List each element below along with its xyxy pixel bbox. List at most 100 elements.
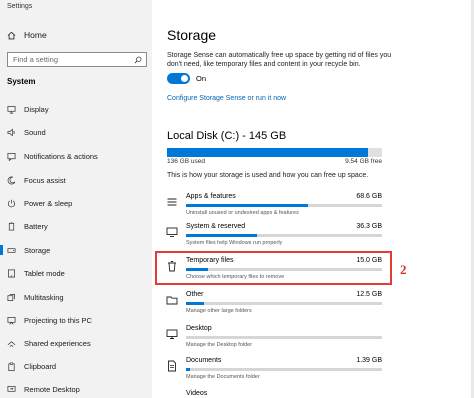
sidebar-item-projecting[interactable]: Projecting to this PC bbox=[0, 313, 152, 327]
disk-usage-fill bbox=[167, 148, 368, 157]
toggle-knob bbox=[181, 75, 188, 82]
section-heading-system: System bbox=[7, 77, 36, 86]
main-panel: Storage Storage Sense can automatically … bbox=[152, 0, 474, 398]
category-apps-features[interactable]: Apps & features 68.6 GB Uninstall unused… bbox=[164, 192, 382, 222]
sidebar-item-label: Sound bbox=[24, 127, 46, 137]
category-size: 1.39 GB bbox=[356, 357, 382, 364]
configure-storage-sense-link[interactable]: Configure Storage Sense or run it now bbox=[167, 95, 286, 102]
sidebar-item-label: Multitasking bbox=[24, 292, 64, 302]
category-name: Documents bbox=[186, 357, 222, 364]
search-icon[interactable] bbox=[134, 56, 142, 64]
sidebar-item-label: Clipboard bbox=[24, 361, 57, 371]
sidebar-item-label: Display bbox=[24, 104, 49, 114]
sidebar-item-label: Projecting to this PC bbox=[24, 315, 92, 325]
system-icon bbox=[166, 227, 178, 237]
sidebar-item-tablet-mode[interactable]: Tablet mode bbox=[0, 266, 152, 280]
projecting-icon bbox=[7, 316, 16, 325]
category-bar-fill bbox=[186, 368, 190, 371]
battery-icon bbox=[8, 221, 15, 230]
category-name: Apps & features bbox=[186, 193, 236, 200]
shared-icon bbox=[7, 340, 16, 347]
sidebar-item-label: Notifications & actions bbox=[24, 151, 98, 161]
sidebar-item-multitasking[interactable]: Multitasking bbox=[0, 290, 152, 304]
category-bar-fill bbox=[186, 302, 204, 305]
category-size: 68.6 GB bbox=[356, 193, 382, 200]
category-system-reserved[interactable]: System & reserved 36.3 GB System files h… bbox=[164, 222, 382, 252]
disk-free-label: 9.54 GB free bbox=[345, 158, 382, 165]
category-size: 36.3 GB bbox=[356, 223, 382, 230]
documents-icon bbox=[168, 360, 176, 372]
category-bar bbox=[186, 204, 382, 207]
tablet-icon bbox=[7, 269, 16, 277]
sidebar-item-label: Remote Desktop bbox=[24, 384, 80, 394]
category-desktop[interactable]: Desktop Manage the Desktop folder bbox=[164, 324, 382, 354]
multitasking-icon bbox=[7, 293, 16, 301]
power-icon bbox=[7, 199, 16, 207]
storage-icon bbox=[7, 247, 16, 253]
sidebar-item-power-sleep[interactable]: Power & sleep bbox=[0, 196, 152, 210]
remote-desktop-icon bbox=[7, 385, 16, 392]
storage-sense-toggle[interactable] bbox=[167, 73, 190, 84]
annotation-marker: 2 bbox=[400, 262, 407, 277]
focus-assist-icon bbox=[7, 176, 16, 184]
search-box[interactable] bbox=[7, 52, 147, 67]
sidebar-item-shared-experiences[interactable]: Shared experiences bbox=[0, 336, 152, 350]
window-title: Settings bbox=[7, 3, 33, 10]
category-description: Manage the Documents folder bbox=[186, 374, 260, 380]
category-description: Uninstall unused or undesired apps & fea… bbox=[186, 210, 299, 216]
category-documents[interactable]: Documents 1.39 GB Manage the Documents f… bbox=[164, 356, 382, 386]
home-link[interactable]: Home bbox=[7, 29, 47, 41]
sidebar-item-battery[interactable]: Battery bbox=[0, 219, 152, 233]
category-bar-fill bbox=[186, 268, 208, 271]
desktop-icon bbox=[166, 329, 178, 339]
notifications-icon bbox=[7, 152, 16, 161]
sidebar-item-label: Power & sleep bbox=[24, 198, 73, 208]
category-videos[interactable]: Videos bbox=[164, 389, 382, 398]
sidebar-item-label: Focus assist bbox=[24, 175, 66, 185]
category-description: Manage other large folders bbox=[186, 308, 252, 314]
apps-icon bbox=[167, 198, 177, 206]
sidebar-item-label: Battery bbox=[24, 221, 48, 231]
category-other[interactable]: Other 12.5 GB Manage other large folders bbox=[164, 290, 382, 320]
category-name: System & reserved bbox=[186, 223, 246, 230]
display-icon bbox=[7, 105, 16, 113]
sidebar-item-storage[interactable]: Storage bbox=[0, 243, 152, 257]
temporary-files-icon bbox=[168, 261, 176, 272]
category-description: System files help Windows run properly bbox=[186, 240, 283, 246]
other-icon bbox=[166, 296, 178, 305]
sidebar-item-clipboard[interactable]: Clipboard bbox=[0, 359, 152, 373]
category-description: Manage the Desktop folder bbox=[186, 342, 253, 348]
disk-used-label: 136 GB used bbox=[167, 158, 205, 165]
sidebar-item-focus-assist[interactable]: Focus assist bbox=[0, 173, 152, 187]
storage-sense-description: Storage Sense can automatically free up … bbox=[167, 52, 392, 68]
category-temporary-files[interactable]: Temporary files 15.0 GB Choose which tem… bbox=[164, 256, 382, 286]
sidebar-item-notifications[interactable]: Notifications & actions bbox=[0, 149, 152, 163]
category-bar bbox=[186, 336, 382, 339]
category-name: Desktop bbox=[186, 325, 212, 332]
sidebar-item-sound[interactable]: Sound bbox=[0, 125, 152, 139]
storage-info-text: This is how your storage is used and how… bbox=[167, 172, 369, 179]
sidebar-item-label: Tablet mode bbox=[24, 268, 65, 278]
toggle-label: On bbox=[196, 74, 207, 83]
home-icon bbox=[7, 31, 16, 39]
category-name: Videos bbox=[186, 390, 208, 397]
category-bar bbox=[186, 234, 382, 237]
category-bar bbox=[186, 302, 382, 305]
sound-icon bbox=[7, 128, 15, 136]
category-bar-fill bbox=[186, 234, 257, 237]
category-size: 15.0 GB bbox=[356, 257, 382, 264]
home-label: Home bbox=[24, 30, 47, 40]
sidebar-item-label: Shared experiences bbox=[24, 338, 91, 348]
disk-title: Local Disk (C:) - 145 GB bbox=[167, 130, 287, 142]
sidebar-item-label: Storage bbox=[24, 245, 51, 255]
category-bar-fill bbox=[186, 204, 308, 207]
sidebar-item-display[interactable]: Display bbox=[0, 102, 152, 116]
category-bar bbox=[186, 268, 382, 271]
category-description: Choose which temporary files to remove bbox=[186, 274, 285, 280]
category-name: Other bbox=[186, 291, 204, 298]
category-size: 12.5 GB bbox=[356, 291, 382, 298]
disk-usage-bar bbox=[167, 148, 382, 157]
search-input[interactable] bbox=[13, 55, 123, 64]
page-title: Storage bbox=[167, 27, 217, 43]
sidebar-item-remote-desktop[interactable]: Remote Desktop bbox=[0, 382, 152, 396]
